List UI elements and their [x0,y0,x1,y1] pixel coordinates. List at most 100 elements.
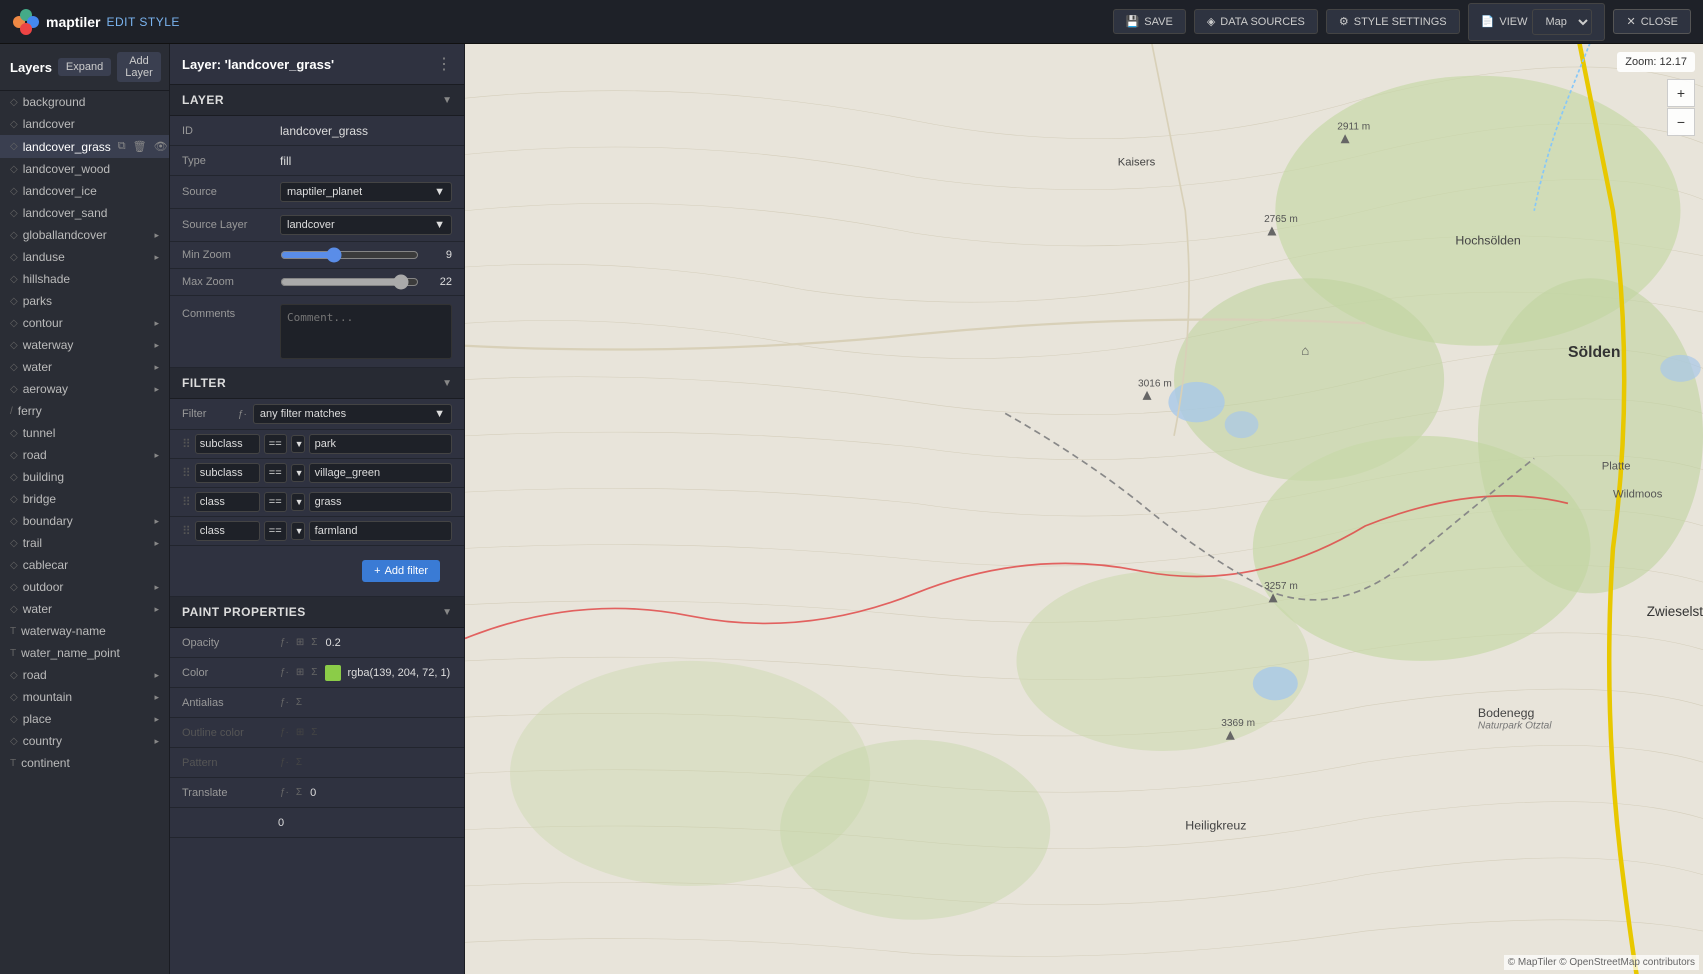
view-button[interactable]: 📄 VIEW Map [1468,3,1606,41]
color-fn-btn[interactable]: ƒ· [278,666,291,679]
paint-section-arrow: ▼ [442,607,452,618]
layer-label: boundary [23,514,150,528]
sidebar-item-landcover[interactable]: ◇landcover [0,113,169,135]
pattern-fn-btn[interactable]: ƒ· [278,756,291,769]
sidebar-item-parks[interactable]: ◇parks [0,290,169,312]
opacity-zoom-btn[interactable]: ⊞ [294,636,306,649]
filter-val-2[interactable]: village_green [309,463,452,483]
filter-op-4[interactable]: == [264,521,287,541]
style-settings-button[interactable]: ⚙ STYLE SETTINGS [1326,9,1460,34]
sidebar-item-bridge[interactable]: ◇bridge [0,488,169,510]
paint-section-header[interactable]: Paint properties ▼ [170,597,464,628]
data-sources-button[interactable]: ◈ DATA SOURCES [1194,9,1318,34]
outline-fn-btn[interactable]: ƒ· [278,726,291,739]
gear-icon: ⚙ [1339,15,1349,28]
filter-field-2[interactable]: subclass [195,463,260,483]
sidebar-item-ferry[interactable]: /ferry [0,400,169,422]
comments-input[interactable] [280,304,452,359]
filter-val-3[interactable]: grass [309,492,452,512]
max-zoom-slider[interactable] [280,274,419,290]
sidebar-item-place[interactable]: ◇place▸ [0,708,169,730]
sidebar-item-road2[interactable]: ◇road▸ [0,664,169,686]
filter-op-3[interactable]: == [264,492,287,512]
layer-label: tunnel [23,426,159,440]
type-label: Type [182,155,272,167]
translate-sum-btn[interactable]: Σ [294,786,304,799]
sidebar-item-trail[interactable]: ◇trail▸ [0,532,169,554]
source-layer-select[interactable]: landcover ▼ [280,215,452,235]
translate-fn-btn[interactable]: ƒ· [278,786,291,799]
source-layer-value: landcover [287,219,335,231]
layer-label: road [23,448,150,462]
source-select[interactable]: maptiler_planet ▼ [280,182,452,202]
layer-section-header[interactable]: Layer ▼ [170,85,464,116]
sidebar-item-continent[interactable]: Tcontinent [0,752,169,774]
opacity-sum-btn[interactable]: Σ [309,636,319,649]
sidebar-item-tunnel[interactable]: ◇tunnel [0,422,169,444]
sidebar-item-landcover_sand[interactable]: ◇landcover_sand [0,202,169,224]
sidebar-item-globallandcover[interactable]: ◇globallandcover▸ [0,224,169,246]
svg-text:Wildmoos: Wildmoos [1613,489,1663,501]
sidebar-item-water_name_point[interactable]: Twater_name_point [0,642,169,664]
sidebar-item-landcover_wood[interactable]: ◇landcover_wood [0,158,169,180]
filter-field-3[interactable]: class [195,492,260,512]
sidebar-item-water2[interactable]: ◇water▸ [0,598,169,620]
filter-op-arrow-1[interactable]: ▼ [291,435,305,453]
outline-zoom-btn[interactable]: ⊞ [294,726,306,739]
sidebar-item-hillshade[interactable]: ◇hillshade [0,268,169,290]
sidebar-item-landuse[interactable]: ◇landuse▸ [0,246,169,268]
layer-icon: ◇ [10,714,18,725]
sidebar-item-boundary[interactable]: ◇boundary▸ [0,510,169,532]
visibility-layer-btn[interactable]: 👁 [152,139,169,154]
zoom-out-button[interactable]: − [1667,108,1695,136]
sidebar-item-landcover_ice[interactable]: ◇landcover_ice [0,180,169,202]
min-zoom-slider[interactable] [280,247,419,263]
add-filter-button[interactable]: + Add filter [362,560,440,582]
filter-op-arrow-3[interactable]: ▼ [291,493,305,511]
color-sum-btn[interactable]: Σ [309,666,319,679]
sidebar-item-contour[interactable]: ◇contour▸ [0,312,169,334]
color-swatch[interactable] [325,665,341,681]
add-layer-button[interactable]: Add Layer [117,52,161,82]
color-zoom-btn[interactable]: ⊞ [294,666,306,679]
panel-menu-button[interactable]: ⋮ [436,54,452,74]
sidebar-item-mountain[interactable]: ◇mountain▸ [0,686,169,708]
opacity-fn-btn[interactable]: ƒ· [278,636,291,649]
sidebar-item-cablecar[interactable]: ◇cablecar [0,554,169,576]
sidebar-item-building[interactable]: ◇building [0,466,169,488]
sidebar-item-aeroway[interactable]: ◇aeroway▸ [0,378,169,400]
filter-val-1[interactable]: park [309,434,452,454]
layer-label: globallandcover [23,228,150,242]
outline-color-row: Outline color ƒ· ⊞ Σ [170,718,464,748]
filter-field-4[interactable]: class [195,521,260,541]
filter-op-2[interactable]: == [264,463,287,483]
antialias-fn-btn[interactable]: ƒ· [278,696,291,709]
pattern-sum-btn[interactable]: Σ [294,756,304,769]
filter-mode-select[interactable]: any filter matches ▼ [253,404,452,424]
sidebar-item-landcover_grass[interactable]: ◇landcover_grass ⧉ 🗑 👁 [0,135,169,158]
sidebar-item-background[interactable]: ◇background [0,91,169,113]
svg-text:Sölden: Sölden [1568,344,1621,361]
sidebar-item-water[interactable]: ◇water▸ [0,356,169,378]
save-button[interactable]: 💾 SAVE [1113,9,1186,34]
filter-op-arrow-2[interactable]: ▼ [291,464,305,482]
view-select[interactable]: Map [1532,9,1592,35]
filter-val-4[interactable]: farmland [309,521,452,541]
delete-layer-btn[interactable]: 🗑 [131,139,149,154]
close-button[interactable]: ✕ CLOSE [1613,9,1691,34]
filter-field-1[interactable]: subclass [195,434,260,454]
duplicate-layer-btn[interactable]: ⧉ [116,139,128,154]
sidebar-item-waterway-name[interactable]: Twaterway-name [0,620,169,642]
zoom-in-button[interactable]: + [1667,79,1695,107]
filter-op-arrow-4[interactable]: ▼ [291,522,305,540]
filter-section-header[interactable]: Filter ▼ [170,368,464,399]
filter-op-1[interactable]: == [264,434,287,454]
sidebar-item-country[interactable]: ◇country▸ [0,730,169,752]
sidebar-item-road[interactable]: ◇road▸ [0,444,169,466]
outline-sum-btn[interactable]: Σ [309,726,319,739]
sidebar-item-waterway[interactable]: ◇waterway▸ [0,334,169,356]
layer-icon: ◇ [10,318,18,329]
sidebar-item-outdoor[interactable]: ◇outdoor▸ [0,576,169,598]
antialias-sum-btn[interactable]: Σ [294,696,304,709]
expand-button[interactable]: Expand [58,58,111,76]
